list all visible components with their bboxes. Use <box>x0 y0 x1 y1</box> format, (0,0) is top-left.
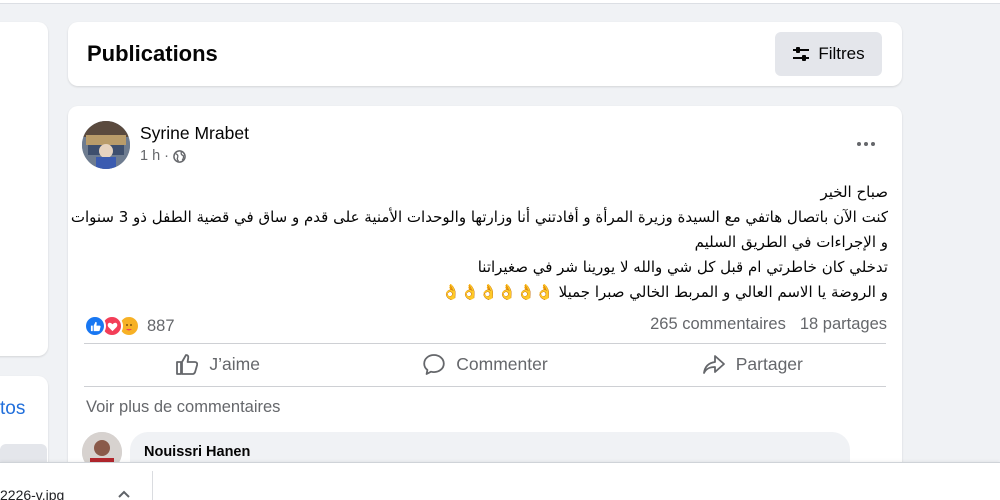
post-card: Syrine Mrabet 1 h · صباح الخير كنت الآن … <box>68 106 902 500</box>
download-filename[interactable]: 2226-v.jpg <box>0 487 64 500</box>
shares-count[interactable]: 18 partages <box>800 315 887 334</box>
share-label: Partager <box>735 353 803 374</box>
divider <box>84 386 886 387</box>
sliders-icon <box>793 47 810 61</box>
post-text-line: و الروضة يا الاسم العالي و المربط الخالي… <box>441 283 888 301</box>
post-text: صباح الخير كنت الآن باتصال هاتفي مع السي… <box>70 180 888 305</box>
post-meta: 1 h · <box>140 148 186 164</box>
download-bar: 2226-v.jpg <box>0 462 1000 500</box>
author-avatar[interactable] <box>82 121 130 169</box>
filters-button[interactable]: Filtres <box>775 32 882 76</box>
comment-label: Commenter <box>456 353 548 374</box>
comment-button[interactable]: Commenter <box>351 346 618 382</box>
left-sidebar-card <box>0 22 48 356</box>
photos-link[interactable]: tos <box>0 398 25 420</box>
commenter-name[interactable]: Nouissri Hanen <box>144 444 250 460</box>
post-time[interactable]: 1 h · <box>140 148 169 164</box>
publications-header-card: Publications Filtres <box>68 22 902 86</box>
like-icon <box>84 315 106 337</box>
post-options-button[interactable] <box>846 130 886 158</box>
post-author-name[interactable]: Syrine Mrabet <box>140 123 249 144</box>
like-button[interactable]: J’aime <box>84 346 351 382</box>
view-more-comments-link[interactable]: Voir plus de commentaires <box>86 398 280 417</box>
globe-icon <box>173 149 186 163</box>
thumbs-up-icon <box>176 354 199 375</box>
post-stats: 265 commentaires 18 partages <box>650 315 887 334</box>
divider <box>84 343 886 344</box>
browser-top-edge <box>0 0 1000 4</box>
comment-bubble-icon <box>423 354 445 375</box>
post-text-line: صباح الخير <box>820 183 888 201</box>
post-text-line: تدخلي كان خاطرتي ام قبل كل شي والله لا ي… <box>477 258 888 276</box>
reactions-summary[interactable]: 887 <box>84 315 175 337</box>
share-arrow-icon <box>702 355 725 374</box>
post-text-line: و الإجراءات في الطريق السليم <box>694 233 888 251</box>
post-actions: J’aime Commenter Partager <box>84 346 886 382</box>
post-text-line: كنت الآن باتصال هاتفي مع السيدة وزيرة ال… <box>70 208 888 226</box>
like-label: J’aime <box>209 353 260 374</box>
publications-title: Publications <box>87 41 218 66</box>
chevron-up-icon[interactable] <box>116 487 132 500</box>
filters-label: Filtres <box>818 44 865 63</box>
reaction-count: 887 <box>147 316 175 335</box>
download-separator <box>152 471 153 500</box>
comments-count[interactable]: 265 commentaires <box>650 315 786 334</box>
share-button[interactable]: Partager <box>619 346 886 382</box>
